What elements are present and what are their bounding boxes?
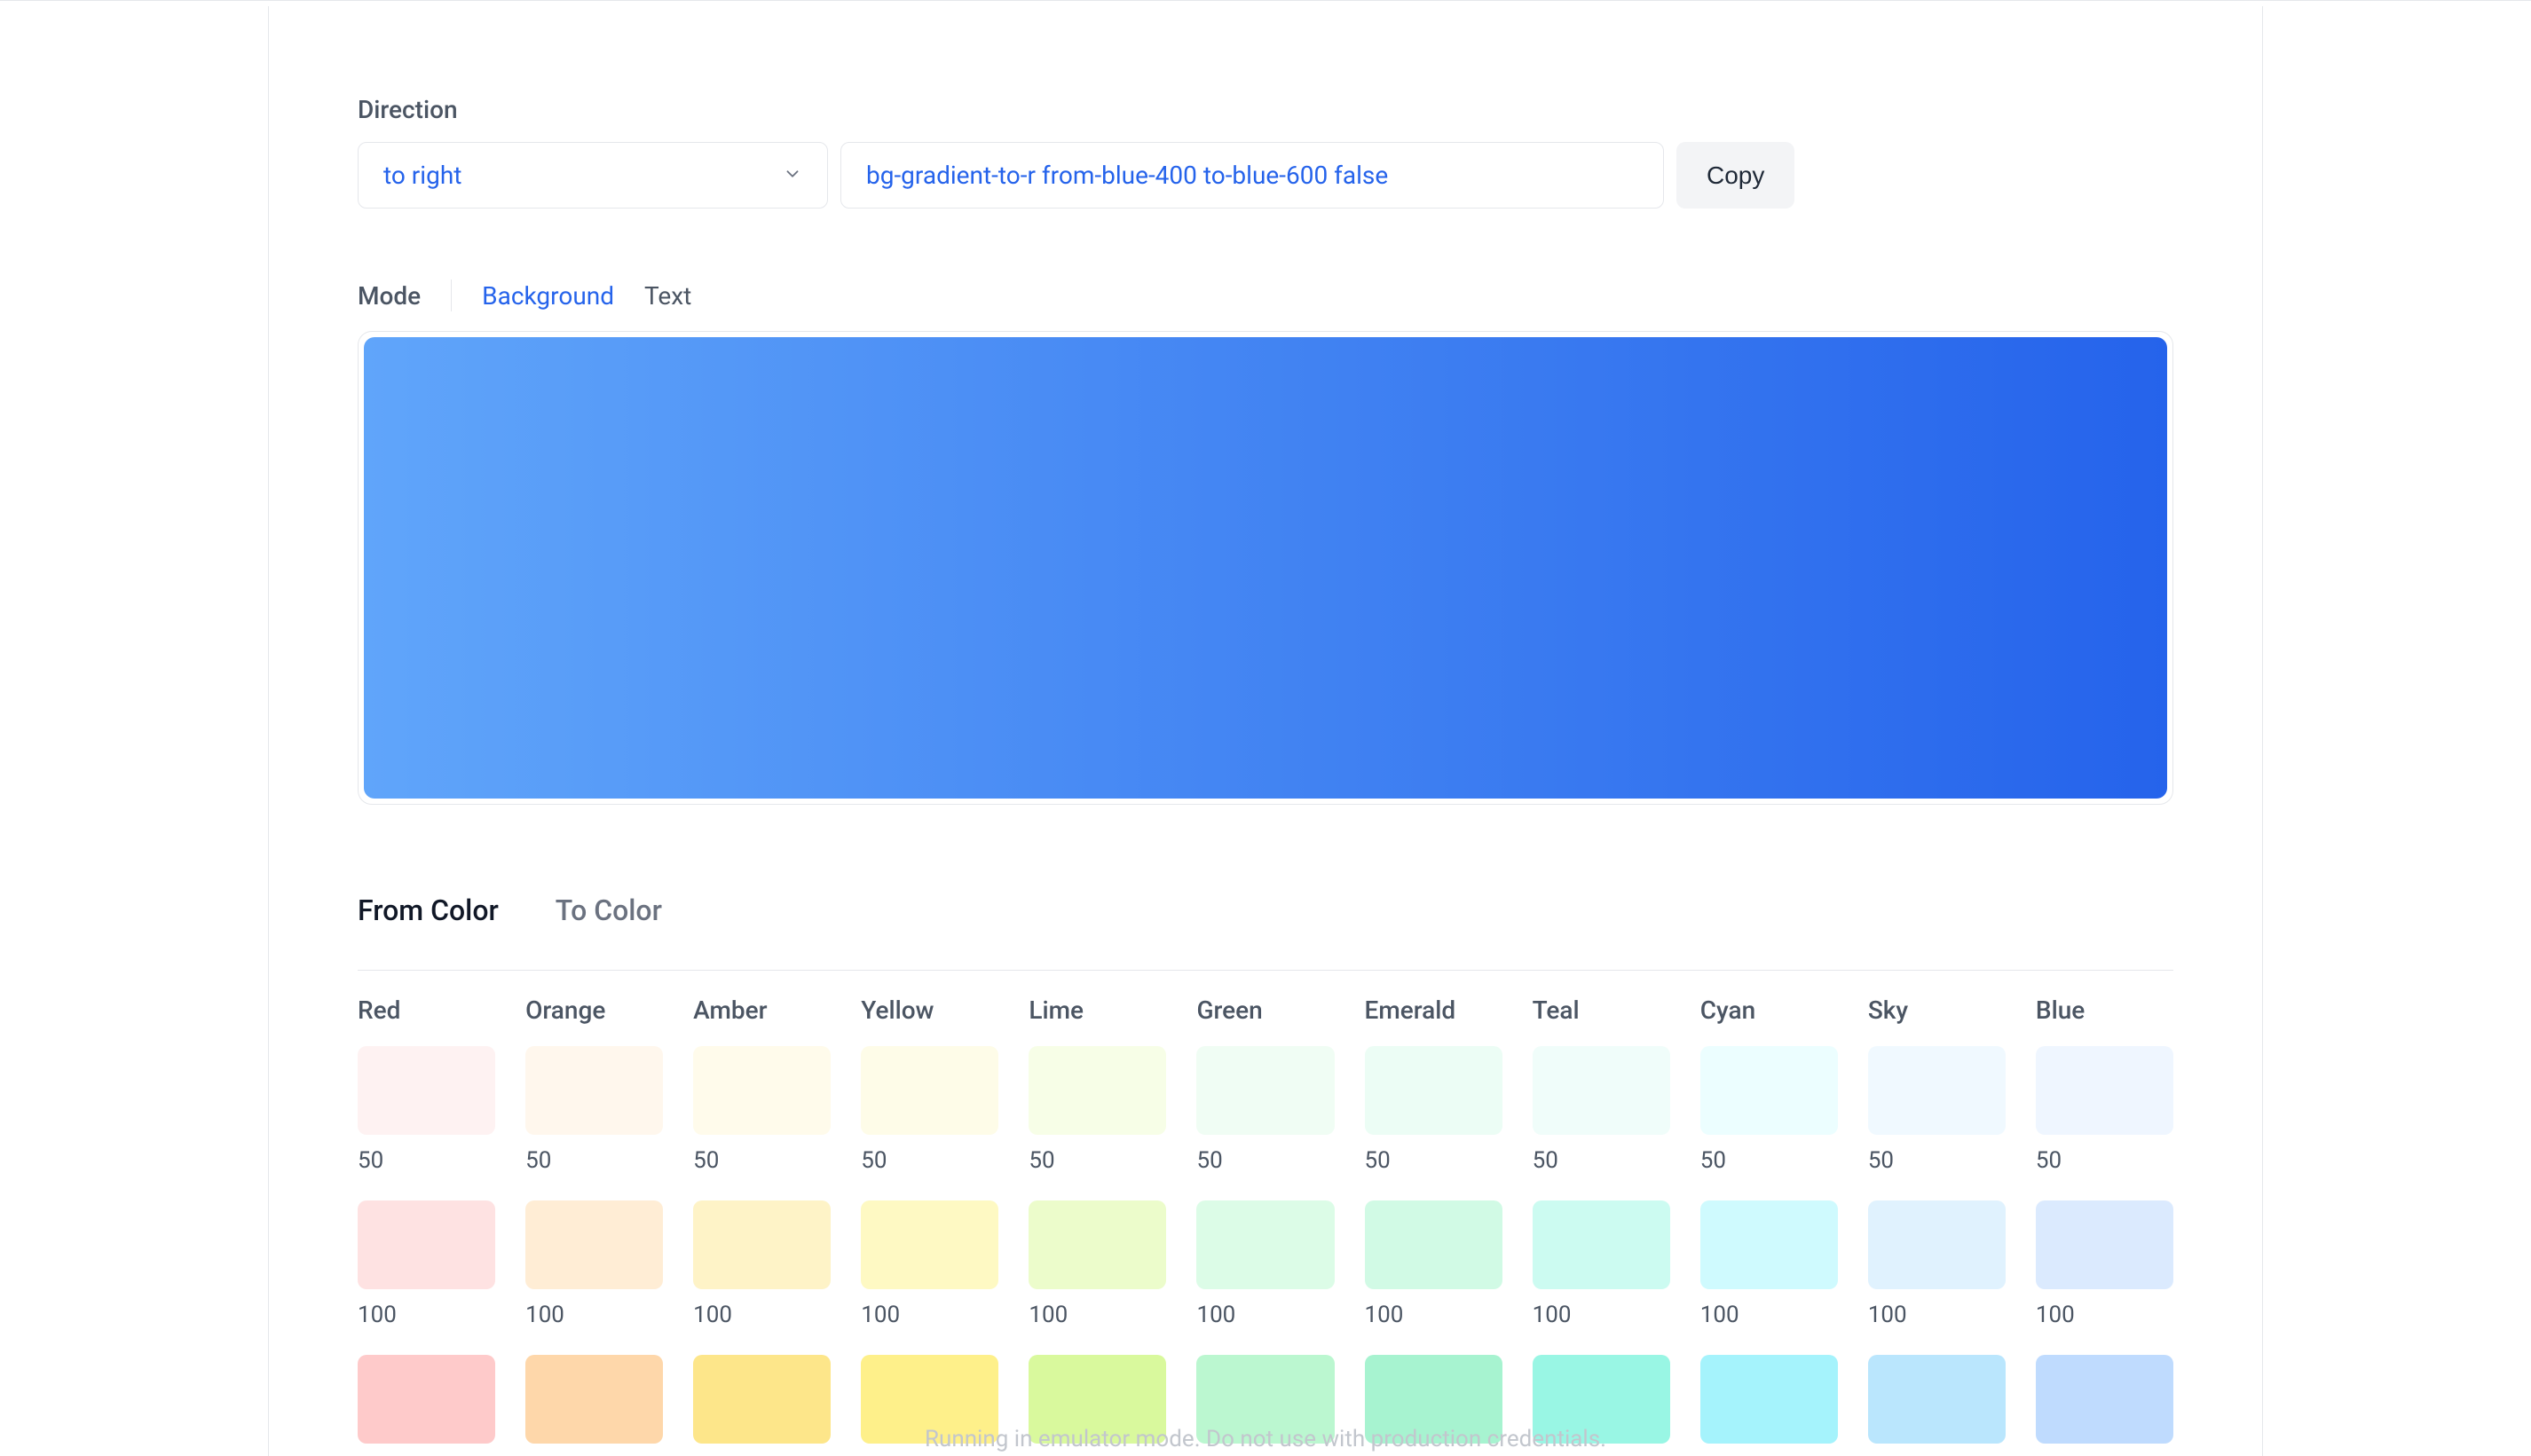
shade-label: 50 [861, 1147, 998, 1174]
shade-label: 50 [525, 1147, 663, 1174]
shade-label: 50 [1029, 1147, 1166, 1174]
swatch-blue-200[interactable] [2036, 1355, 2173, 1444]
tab-from-color[interactable]: From Color [358, 893, 499, 927]
swatch-emerald-50[interactable] [1365, 1046, 1502, 1135]
swatch-teal-50[interactable] [1533, 1046, 1670, 1135]
mode-label: Mode [358, 281, 421, 311]
direction-select[interactable]: to right [358, 142, 828, 209]
swatch-amber-200[interactable] [693, 1355, 831, 1444]
shade-label: 50 [2036, 1147, 2173, 1174]
shade-label: 50 [1700, 1147, 1838, 1174]
swatch-blue-50[interactable] [2036, 1046, 2173, 1135]
preview-frame [358, 331, 2173, 805]
tab-to-color[interactable]: To Color [556, 893, 662, 927]
color-family-header: Yellow [861, 996, 998, 1025]
color-family-header: Emerald [1365, 996, 1502, 1025]
divider [451, 279, 452, 311]
color-family-header: Amber [693, 996, 831, 1025]
swatch-sky-200[interactable] [1868, 1355, 2006, 1444]
chevron-down-icon [783, 161, 802, 190]
shade-label: 100 [693, 1302, 831, 1328]
swatch-green-100[interactable] [1196, 1200, 1334, 1289]
shade-label: 100 [2036, 1302, 2173, 1328]
color-family-header: Sky [1868, 996, 2006, 1025]
shade-label: 100 [1868, 1302, 2006, 1328]
copy-button[interactable]: Copy [1676, 142, 1794, 209]
swatch-red-50[interactable] [358, 1046, 495, 1135]
swatch-amber-50[interactable] [693, 1046, 831, 1135]
shade-label: 100 [861, 1302, 998, 1328]
swatch-yellow-50[interactable] [861, 1046, 998, 1135]
swatch-lime-50[interactable] [1029, 1046, 1166, 1135]
shade-label: 50 [693, 1147, 831, 1174]
swatch-orange-100[interactable] [525, 1200, 663, 1289]
swatch-blue-100[interactable] [2036, 1200, 2173, 1289]
gradient-preview [364, 337, 2167, 799]
shade-label: 100 [1533, 1302, 1670, 1328]
divider [358, 970, 2173, 971]
swatch-cyan-50[interactable] [1700, 1046, 1838, 1135]
direction-label: Direction [358, 95, 2173, 124]
color-family-header: Blue [2036, 996, 2173, 1025]
color-family-header: Green [1196, 996, 1334, 1025]
swatch-sky-100[interactable] [1868, 1200, 2006, 1289]
color-family-header: Red [358, 996, 495, 1025]
swatch-yellow-100[interactable] [861, 1200, 998, 1289]
swatch-amber-100[interactable] [693, 1200, 831, 1289]
shade-label: 50 [1365, 1147, 1502, 1174]
swatch-lime-100[interactable] [1029, 1200, 1166, 1289]
mode-tab-background[interactable]: Background [482, 281, 614, 311]
mode-tab-text[interactable]: Text [644, 281, 691, 311]
swatch-orange-50[interactable] [525, 1046, 663, 1135]
gradient-class-output[interactable]: bg-gradient-to-r from-blue-400 to-blue-6… [840, 142, 1664, 209]
swatch-sky-50[interactable] [1868, 1046, 2006, 1135]
shade-label: 100 [1365, 1302, 1502, 1328]
emulator-warning: Running in emulator mode. Do not use wit… [925, 1426, 1606, 1452]
shade-label: 100 [1196, 1302, 1334, 1328]
swatch-red-100[interactable] [358, 1200, 495, 1289]
shade-label: 100 [525, 1302, 663, 1328]
swatch-cyan-200[interactable] [1700, 1355, 1838, 1444]
shade-label: 50 [1868, 1147, 2006, 1174]
shade-label: 100 [358, 1302, 495, 1328]
swatch-emerald-100[interactable] [1365, 1200, 1502, 1289]
color-family-header: Cyan [1700, 996, 1838, 1025]
color-family-header: Lime [1029, 996, 1166, 1025]
shade-label: 100 [1700, 1302, 1838, 1328]
swatch-red-200[interactable] [358, 1355, 495, 1444]
direction-selected-value: to right [383, 161, 461, 190]
shade-label: 50 [1533, 1147, 1670, 1174]
swatch-green-50[interactable] [1196, 1046, 1334, 1135]
swatch-teal-100[interactable] [1533, 1200, 1670, 1289]
color-family-header: Orange [525, 996, 663, 1025]
shade-label: 50 [358, 1147, 495, 1174]
shade-label: 100 [1029, 1302, 1166, 1328]
shade-label: 50 [1196, 1147, 1334, 1174]
color-family-header: Teal [1533, 996, 1670, 1025]
swatch-cyan-100[interactable] [1700, 1200, 1838, 1289]
swatch-orange-200[interactable] [525, 1355, 663, 1444]
